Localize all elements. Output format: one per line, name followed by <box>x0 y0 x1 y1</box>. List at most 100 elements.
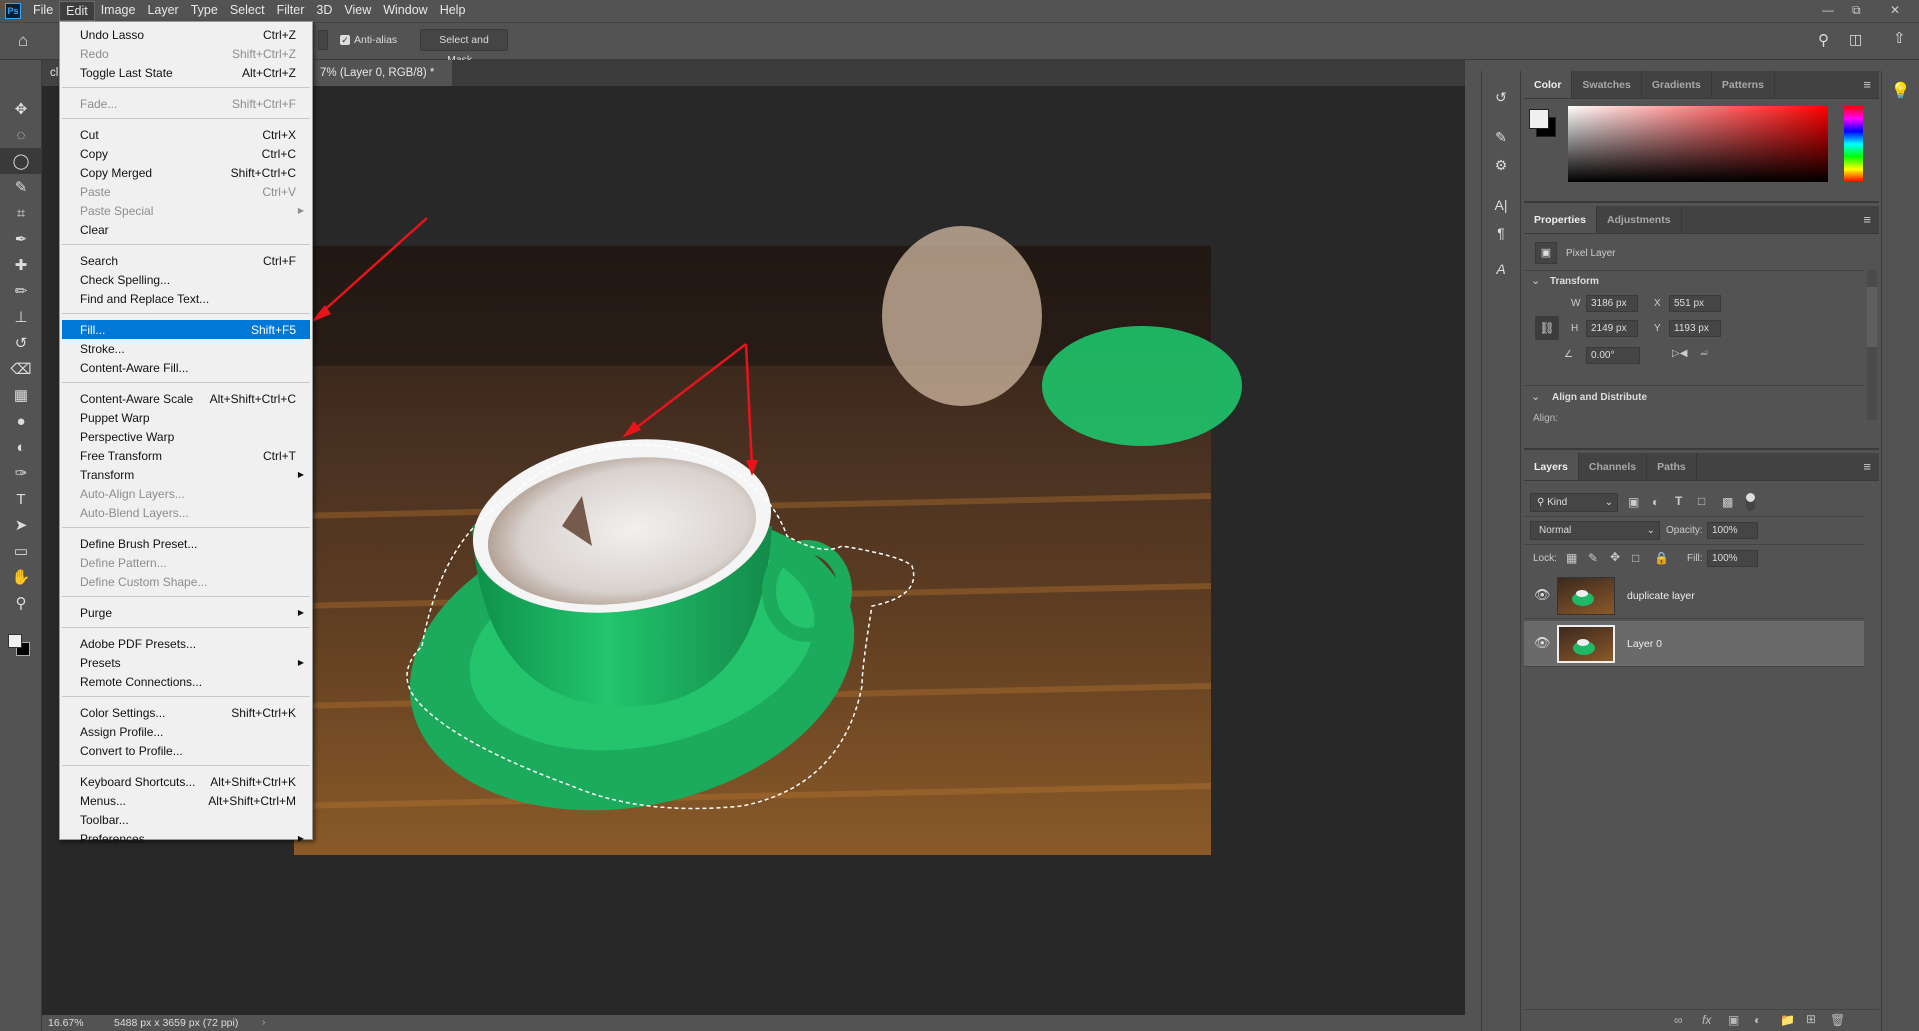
share-icon[interactable]: ⇧ <box>1893 29 1906 47</box>
add-mask-icon[interactable]: ▣ <box>1728 1013 1739 1027</box>
tool-clone-stamp-icon[interactable]: ⊥ <box>0 304 42 330</box>
layer-name[interactable]: duplicate layer <box>1627 590 1695 602</box>
menu-3d[interactable]: 3D <box>310 1 338 21</box>
tool-dodge-icon[interactable]: ◐ <box>0 434 42 460</box>
menu-item-copy-merged[interactable]: Copy Merged Shift+Ctrl+C <box>60 163 312 182</box>
menu-item-preferences[interactable]: Preferences ▶ <box>60 829 312 848</box>
tool-pen-icon[interactable]: ✑ <box>0 460 42 486</box>
lock-artboard-icon[interactable]: □ <box>1632 551 1639 565</box>
tool-hand-icon[interactable]: ✋ <box>0 564 42 590</box>
layer-filter-dropdown[interactable]: ⚲ Kind ⌄ <box>1530 493 1618 512</box>
tab-color[interactable]: Color <box>1524 71 1573 98</box>
menu-help[interactable]: Help <box>434 1 472 21</box>
tool-zoom-icon[interactable]: ⚲ <box>0 590 42 616</box>
visibility-eye-icon[interactable]: 👁 <box>1534 587 1551 603</box>
menu-item-menus[interactable]: Menus... Alt+Shift+Ctrl+M <box>60 791 312 810</box>
tool-eraser-icon[interactable]: ⌫ <box>0 356 42 382</box>
tab-layers[interactable]: Layers <box>1524 453 1579 480</box>
new-fill-layer-icon[interactable]: ◐ <box>1754 1013 1761 1027</box>
menu-item-search[interactable]: Search Ctrl+F <box>60 251 312 270</box>
tab-properties[interactable]: Properties <box>1524 206 1597 233</box>
lock-pixels-icon[interactable]: ✎ <box>1588 551 1598 565</box>
fill-field[interactable]: 100% <box>1707 550 1758 567</box>
glyphs-icon[interactable]: A <box>1482 255 1520 283</box>
menu-item-content-aware-scale[interactable]: Content-Aware Scale Alt+Shift+Ctrl+C <box>60 389 312 408</box>
link-dimensions-icon[interactable]: ⛓ <box>1535 316 1559 340</box>
learn-lightbulb-icon[interactable]: 💡 <box>1882 81 1919 101</box>
color-field[interactable] <box>1568 106 1828 182</box>
foreground-color-swatch[interactable] <box>1529 109 1549 129</box>
menu-item-toggle-last-state[interactable]: Toggle Last State Alt+Ctrl+Z <box>60 63 312 82</box>
tab-patterns[interactable]: Patterns <box>1712 71 1775 98</box>
menu-image[interactable]: Image <box>95 1 142 21</box>
menu-item-adobe-pdf-presets[interactable]: Adobe PDF Presets... <box>60 634 312 653</box>
flip-vertical-icon[interactable]: ⧡ <box>1700 347 1708 358</box>
angle-field[interactable]: 0.00° <box>1586 347 1640 364</box>
menu-item-toolbar[interactable]: Toolbar... <box>60 810 312 829</box>
tool-blur-icon[interactable]: ● <box>0 408 42 434</box>
menu-item-keyboard-shortcuts[interactable]: Keyboard Shortcuts... Alt+Shift+Ctrl+K <box>60 772 312 791</box>
menu-item-color-settings[interactable]: Color Settings... Shift+Ctrl+K <box>60 703 312 722</box>
filter-smart-object-icon[interactable]: ▩ <box>1722 495 1733 509</box>
menu-view[interactable]: View <box>338 1 377 21</box>
tab-gradients[interactable]: Gradients <box>1642 71 1712 98</box>
zoom-level[interactable]: 16.67% <box>48 1017 84 1029</box>
menu-item-transform[interactable]: Transform ▶ <box>60 465 312 484</box>
filter-toggle[interactable] <box>1746 493 1755 511</box>
x-field[interactable]: 551 px <box>1669 295 1721 312</box>
workspace-icon[interactable]: ◫ <box>1849 31 1862 48</box>
menu-item-purge[interactable]: Purge ▶ <box>60 603 312 622</box>
tool-lasso-icon[interactable]: ◯ <box>0 148 42 174</box>
visibility-eye-icon[interactable]: 👁 <box>1534 635 1551 651</box>
new-layer-icon[interactable]: ⊞ <box>1806 1012 1816 1026</box>
collapse-align-icon[interactable]: ⌄ <box>1531 390 1540 403</box>
close-window-button[interactable]: ✕ <box>1890 3 1900 17</box>
layer-row[interactable]: 👁 Layer 0 <box>1524 621 1864 667</box>
tool-rectangle-icon[interactable]: ▭ <box>0 538 42 564</box>
opacity-field[interactable]: 100% <box>1707 522 1758 539</box>
tab-channels[interactable]: Channels <box>1579 453 1648 480</box>
tool-healing-brush-icon[interactable]: ✚ <box>0 252 42 278</box>
menu-item-stroke[interactable]: Stroke... <box>60 339 312 358</box>
tab-document-active[interactable]: 7% (Layer 0, RGB/8) * × <box>312 60 452 105</box>
tool-eyedropper-icon[interactable]: ✒ <box>0 226 42 252</box>
filter-shape-icon[interactable]: □ <box>1698 494 1705 508</box>
paragraph-icon[interactable]: ¶ <box>1482 219 1520 247</box>
new-group-icon[interactable]: 📁 <box>1780 1013 1795 1027</box>
menu-item-cut[interactable]: Cut Ctrl+X <box>60 125 312 144</box>
menu-edit[interactable]: Edit <box>59 1 95 21</box>
link-layers-icon[interactable]: ∞ <box>1674 1013 1683 1027</box>
tool-move-icon[interactable]: ✥ <box>0 96 42 122</box>
height-field[interactable]: 2149 px <box>1586 320 1638 337</box>
restore-button[interactable]: ⧉ <box>1852 3 1861 18</box>
menu-item-perspective-warp[interactable]: Perspective Warp <box>60 427 312 446</box>
anti-alias-checkbox[interactable]: ✓ <box>340 35 350 45</box>
menu-type[interactable]: Type <box>185 1 224 21</box>
y-field[interactable]: 1193 px <box>1669 320 1721 337</box>
menu-item-remote-connections[interactable]: Remote Connections... <box>60 672 312 691</box>
feather-input[interactable] <box>318 30 328 50</box>
menu-item-content-aware-fill[interactable]: Content-Aware Fill... <box>60 358 312 377</box>
lock-all-icon[interactable]: 🔒 <box>1654 551 1669 565</box>
menu-item-find-and-replace-text[interactable]: Find and Replace Text... <box>60 289 312 308</box>
hue-slider[interactable] <box>1844 106 1863 182</box>
menu-item-presets[interactable]: Presets ▶ <box>60 653 312 672</box>
menu-window[interactable]: Window <box>377 1 433 21</box>
menu-item-clear[interactable]: Clear <box>60 220 312 239</box>
menu-layer[interactable]: Layer <box>141 1 184 21</box>
menu-item-free-transform[interactable]: Free Transform Ctrl+T <box>60 446 312 465</box>
tool-brush-icon[interactable]: ✏ <box>0 278 42 304</box>
tool-type-icon[interactable]: T <box>0 486 42 512</box>
menu-item-puppet-warp[interactable]: Puppet Warp <box>60 408 312 427</box>
filter-adjustment-icon[interactable]: ◐ <box>1652 495 1659 509</box>
character-icon[interactable]: A| <box>1482 191 1520 219</box>
lock-transparent-icon[interactable]: ▦ <box>1566 551 1577 565</box>
home-icon[interactable]: ⌂ <box>18 31 28 51</box>
select-and-mask-button[interactable]: Select and Mask... <box>420 29 508 66</box>
search-icon[interactable]: ⚲ <box>1818 31 1829 49</box>
menu-select[interactable]: Select <box>224 1 271 21</box>
blend-mode-dropdown[interactable]: Normal ⌄ <box>1530 521 1660 540</box>
brush-settings-icon[interactable]: ✎ <box>1482 123 1520 151</box>
menu-item-check-spelling[interactable]: Check Spelling... <box>60 270 312 289</box>
lock-position-icon[interactable]: ✥ <box>1610 550 1620 564</box>
